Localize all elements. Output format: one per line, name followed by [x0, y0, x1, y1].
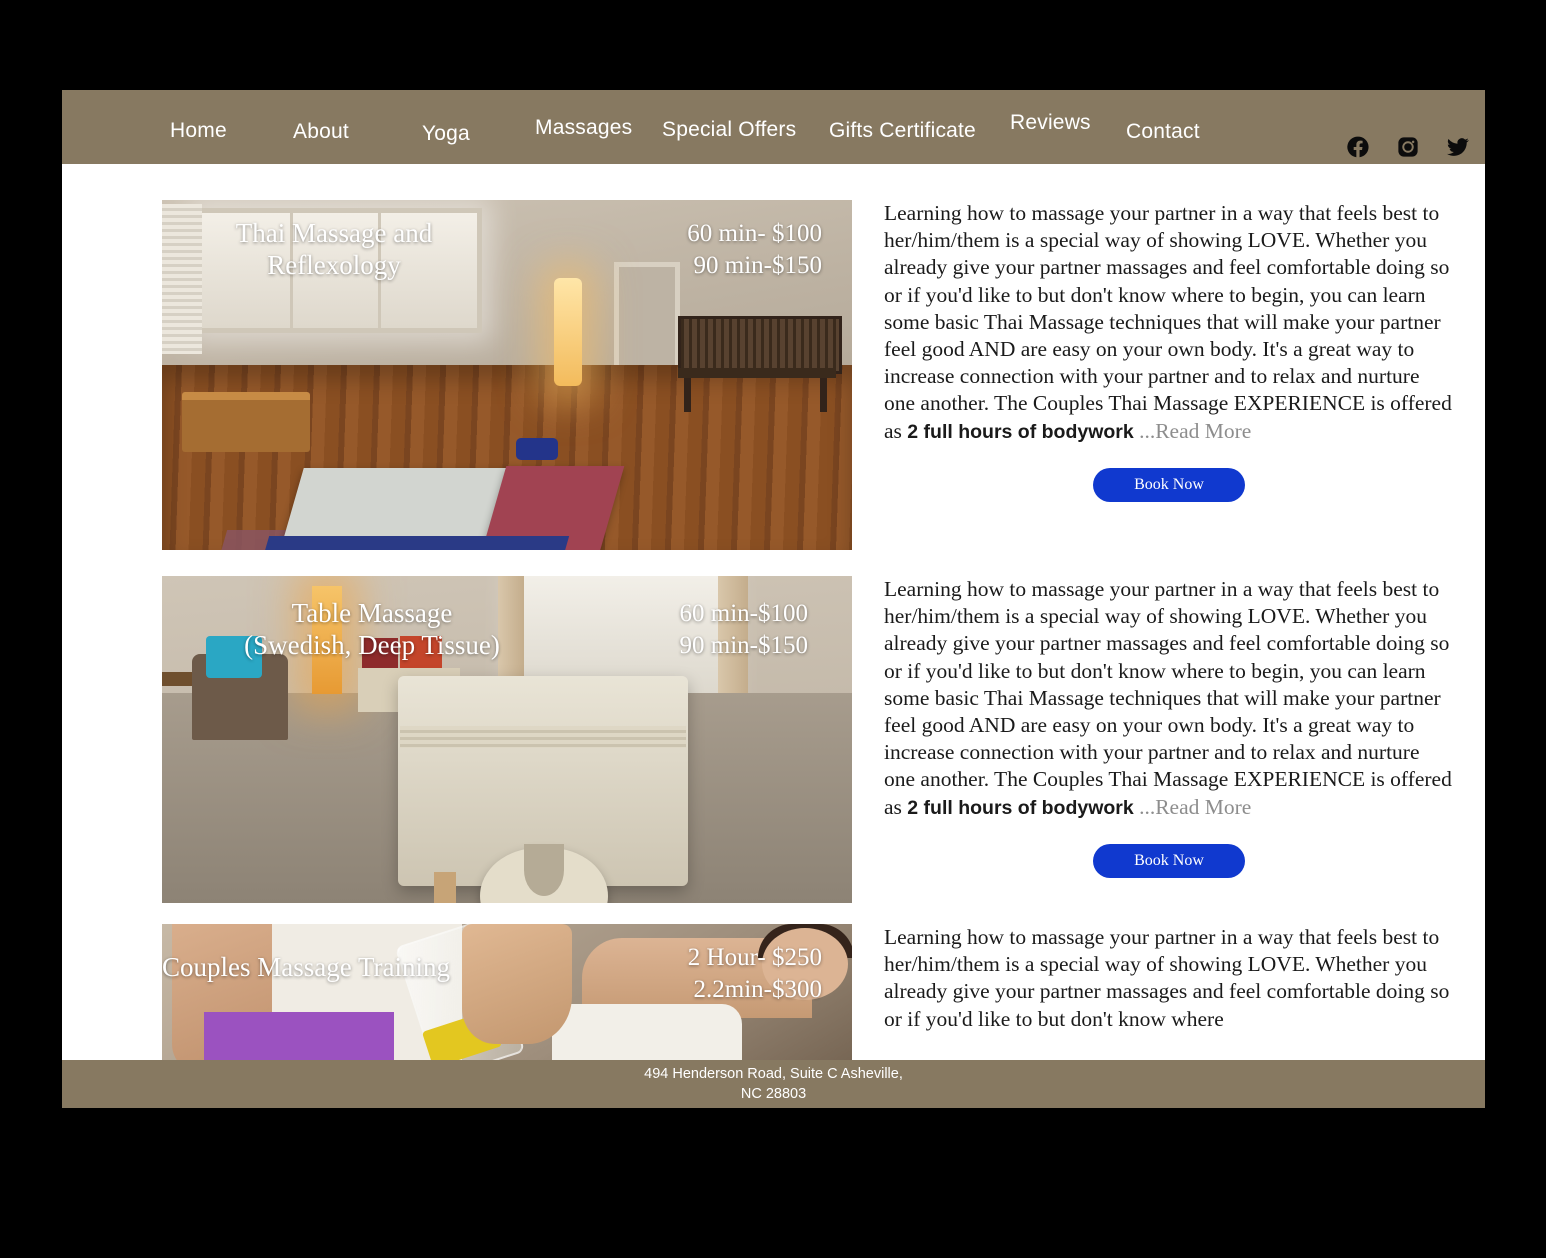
service-description: Learning how to massage your partner in …	[884, 576, 1454, 822]
service-card: Thai Massage and Reflexology 60 min- $10…	[62, 200, 1485, 555]
nav-item-special-offers[interactable]: Special Offers	[662, 118, 796, 142]
service-description-block: Learning how to massage your partner in …	[884, 200, 1454, 502]
site-header: Home About Yoga Massages Special Offers …	[62, 90, 1485, 164]
footer-address: 494 Henderson Road, Suite C Asheville, N…	[644, 1066, 903, 1102]
site-page: Home About Yoga Massages Special Offers …	[62, 90, 1485, 1108]
instagram-icon[interactable]	[1397, 136, 1419, 158]
facebook-icon[interactable]	[1347, 136, 1369, 158]
nav-item-yoga[interactable]: Yoga	[422, 122, 470, 146]
nav-item-gifts-certificate[interactable]: Gifts Certificate	[829, 119, 976, 143]
service-title: Thai Massage and Reflexology	[235, 218, 433, 280]
book-now-button[interactable]: Book Now	[1093, 467, 1245, 502]
read-more-link[interactable]: ...Read More	[1139, 795, 1251, 819]
service-image: Table Massage (Swedish, Deep Tissue) 60 …	[162, 576, 852, 903]
read-more-link[interactable]: ...Read More	[1139, 419, 1251, 443]
social-links	[1347, 136, 1469, 158]
service-title: Couples Massage Training	[162, 952, 451, 982]
service-description-highlight: 2 full hours of bodywork	[907, 796, 1134, 819]
service-price: 60 min-$100 90 min-$150	[679, 600, 808, 659]
twitter-icon[interactable]	[1447, 136, 1469, 158]
service-price: 60 min- $100 90 min-$150	[687, 220, 822, 279]
nav-item-massages[interactable]: Massages	[535, 116, 632, 140]
service-description-text: Learning how to massage your partner in …	[884, 577, 1452, 819]
service-description-block: Learning how to massage your partner in …	[884, 576, 1454, 878]
site-footer: 494 Henderson Road, Suite C Asheville, N…	[62, 1060, 1485, 1108]
service-title: Table Massage (Swedish, Deep Tissue)	[244, 598, 500, 660]
service-description-text: Learning how to massage your partner in …	[884, 201, 1452, 443]
services-list: Thai Massage and Reflexology 60 min- $10…	[62, 164, 1485, 1108]
book-now-button[interactable]: Book Now	[1093, 843, 1245, 878]
service-description: Learning how to massage your partner in …	[884, 925, 1450, 1031]
service-description-highlight: 2 full hours of bodywork	[907, 420, 1134, 443]
service-price: 2 Hour- $250 2.2min-$300	[687, 944, 822, 1003]
nav-item-home[interactable]: Home	[170, 119, 227, 143]
nav-item-reviews[interactable]: Reviews	[1010, 111, 1091, 135]
service-description: Learning how to massage your partner in …	[884, 200, 1454, 446]
nav-item-contact[interactable]: Contact	[1126, 120, 1200, 144]
main-navigation: Home About Yoga Massages Special Offers …	[62, 90, 1485, 164]
service-card: Table Massage (Swedish, Deep Tissue) 60 …	[62, 576, 1485, 906]
nav-item-about[interactable]: About	[293, 120, 349, 144]
service-image: Thai Massage and Reflexology 60 min- $10…	[162, 200, 852, 550]
service-description-block: Learning how to massage your partner in …	[884, 924, 1454, 1033]
